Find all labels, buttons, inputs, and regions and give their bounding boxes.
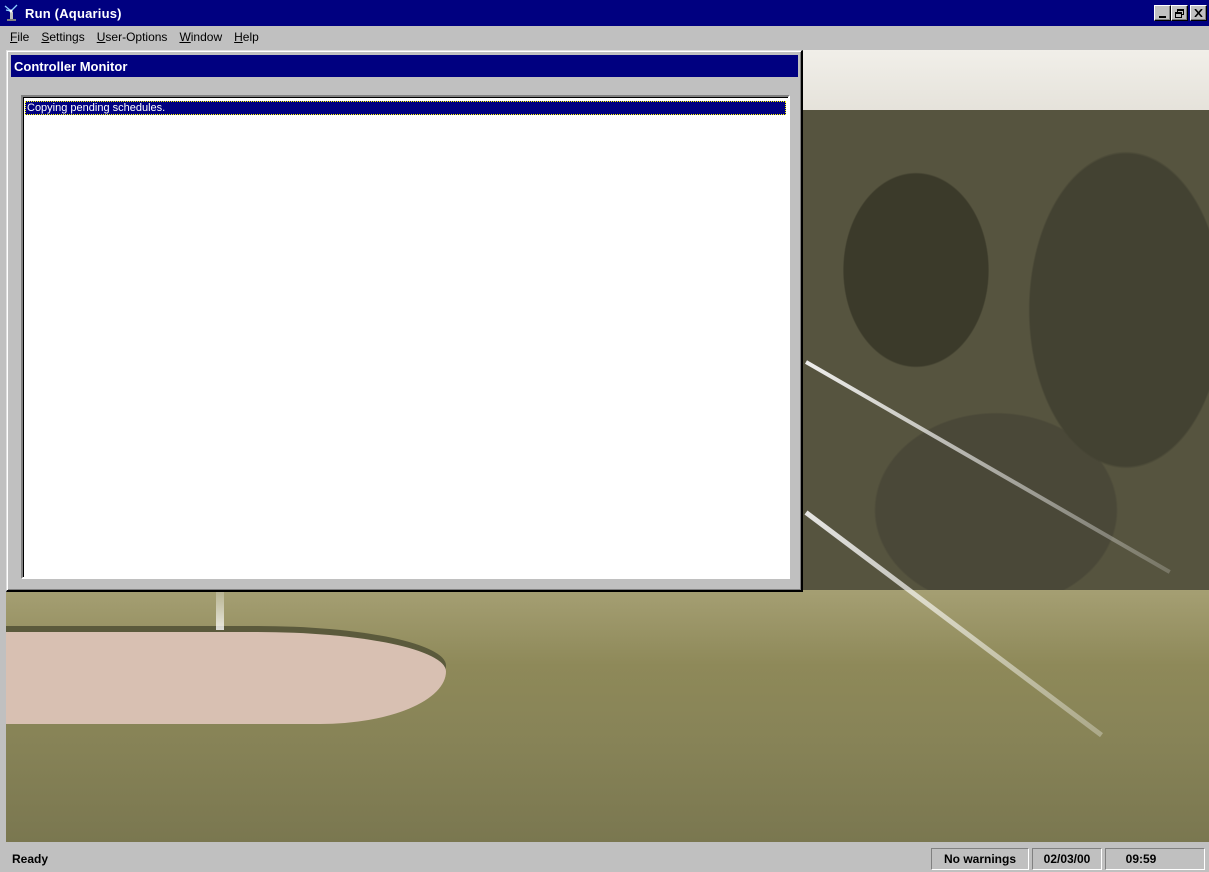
status-warnings: No warnings xyxy=(931,848,1029,870)
application-window: Run (Aquarius) File Settings User-Option… xyxy=(0,0,1209,872)
monitor-log-list[interactable]: Copying pending schedules. xyxy=(21,95,790,579)
menu-file-label: ile xyxy=(17,30,30,44)
controller-monitor-title[interactable]: Controller Monitor xyxy=(11,55,798,77)
menu-user-options[interactable]: User-Options xyxy=(91,30,174,44)
status-date: 02/03/00 xyxy=(1032,848,1102,870)
menu-help-label: elp xyxy=(242,30,259,44)
list-item[interactable]: Copying pending schedules. xyxy=(25,101,786,115)
status-bar: Ready No warnings 02/03/00 09:59 xyxy=(0,845,1209,872)
menu-file[interactable]: File xyxy=(4,30,35,44)
photo-sprinkler-spray xyxy=(216,590,224,630)
menu-settings[interactable]: Settings xyxy=(35,30,90,44)
controller-monitor-window: Controller Monitor Copying pending sched… xyxy=(6,50,803,592)
close-icon xyxy=(1194,9,1203,17)
close-button[interactable] xyxy=(1190,5,1207,21)
minimize-icon xyxy=(1159,15,1166,18)
restore-button[interactable] xyxy=(1171,5,1188,21)
menu-window-key: W xyxy=(179,30,191,44)
menu-help[interactable]: Help xyxy=(228,30,265,44)
status-ready: Ready xyxy=(12,852,49,866)
title-bar[interactable]: Run (Aquarius) xyxy=(0,0,1209,26)
menu-window[interactable]: Window xyxy=(173,30,228,44)
restore-icon xyxy=(1175,8,1184,18)
status-time: 09:59 xyxy=(1105,848,1205,870)
photo-sand-bunker xyxy=(6,632,446,724)
menu-settings-label: ettings xyxy=(49,30,85,44)
sprinkler-icon xyxy=(3,4,19,22)
menu-help-key: H xyxy=(234,30,243,44)
menu-bar: File Settings User-Options Window Help xyxy=(0,26,1209,48)
window-controls xyxy=(1154,5,1207,21)
menu-user-options-label: ser-Options xyxy=(105,30,168,44)
window-title: Run (Aquarius) xyxy=(25,5,122,21)
menu-window-label: indow xyxy=(190,30,223,44)
minimize-button[interactable] xyxy=(1154,5,1171,21)
